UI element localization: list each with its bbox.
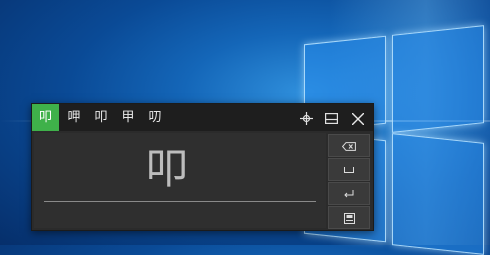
handwriting-canvas[interactable]: 叩 bbox=[34, 133, 326, 228]
writing-baseline bbox=[44, 201, 316, 202]
logo-pane-bottom-right bbox=[392, 133, 484, 255]
candidate-bar: 叩 呷 叩 甲 叨 bbox=[32, 104, 373, 131]
enter-icon bbox=[344, 187, 354, 200]
move-icon[interactable] bbox=[295, 104, 317, 131]
space-icon bbox=[344, 163, 354, 176]
backspace-icon bbox=[341, 139, 356, 152]
enter-button[interactable] bbox=[328, 182, 370, 205]
clear-button[interactable] bbox=[328, 206, 370, 229]
handwritten-stroke: 叩 bbox=[145, 144, 188, 193]
candidate-4[interactable]: 甲 bbox=[116, 104, 140, 131]
candidate-1[interactable]: 叩 bbox=[32, 104, 59, 131]
candidate-2[interactable]: 呷 bbox=[62, 104, 86, 131]
dock-icon[interactable] bbox=[319, 104, 343, 131]
space-button[interactable] bbox=[328, 158, 370, 181]
clear-icon bbox=[343, 211, 355, 224]
logo-pane-top-right bbox=[392, 25, 484, 133]
candidate-5[interactable]: 叨 bbox=[143, 104, 167, 131]
candidate-3[interactable]: 叩 bbox=[89, 104, 113, 131]
handwriting-ime-panel: 叩 呷 叩 甲 叨 叩 bbox=[31, 103, 374, 231]
close-icon[interactable] bbox=[345, 104, 371, 131]
backspace-button[interactable] bbox=[328, 134, 370, 157]
